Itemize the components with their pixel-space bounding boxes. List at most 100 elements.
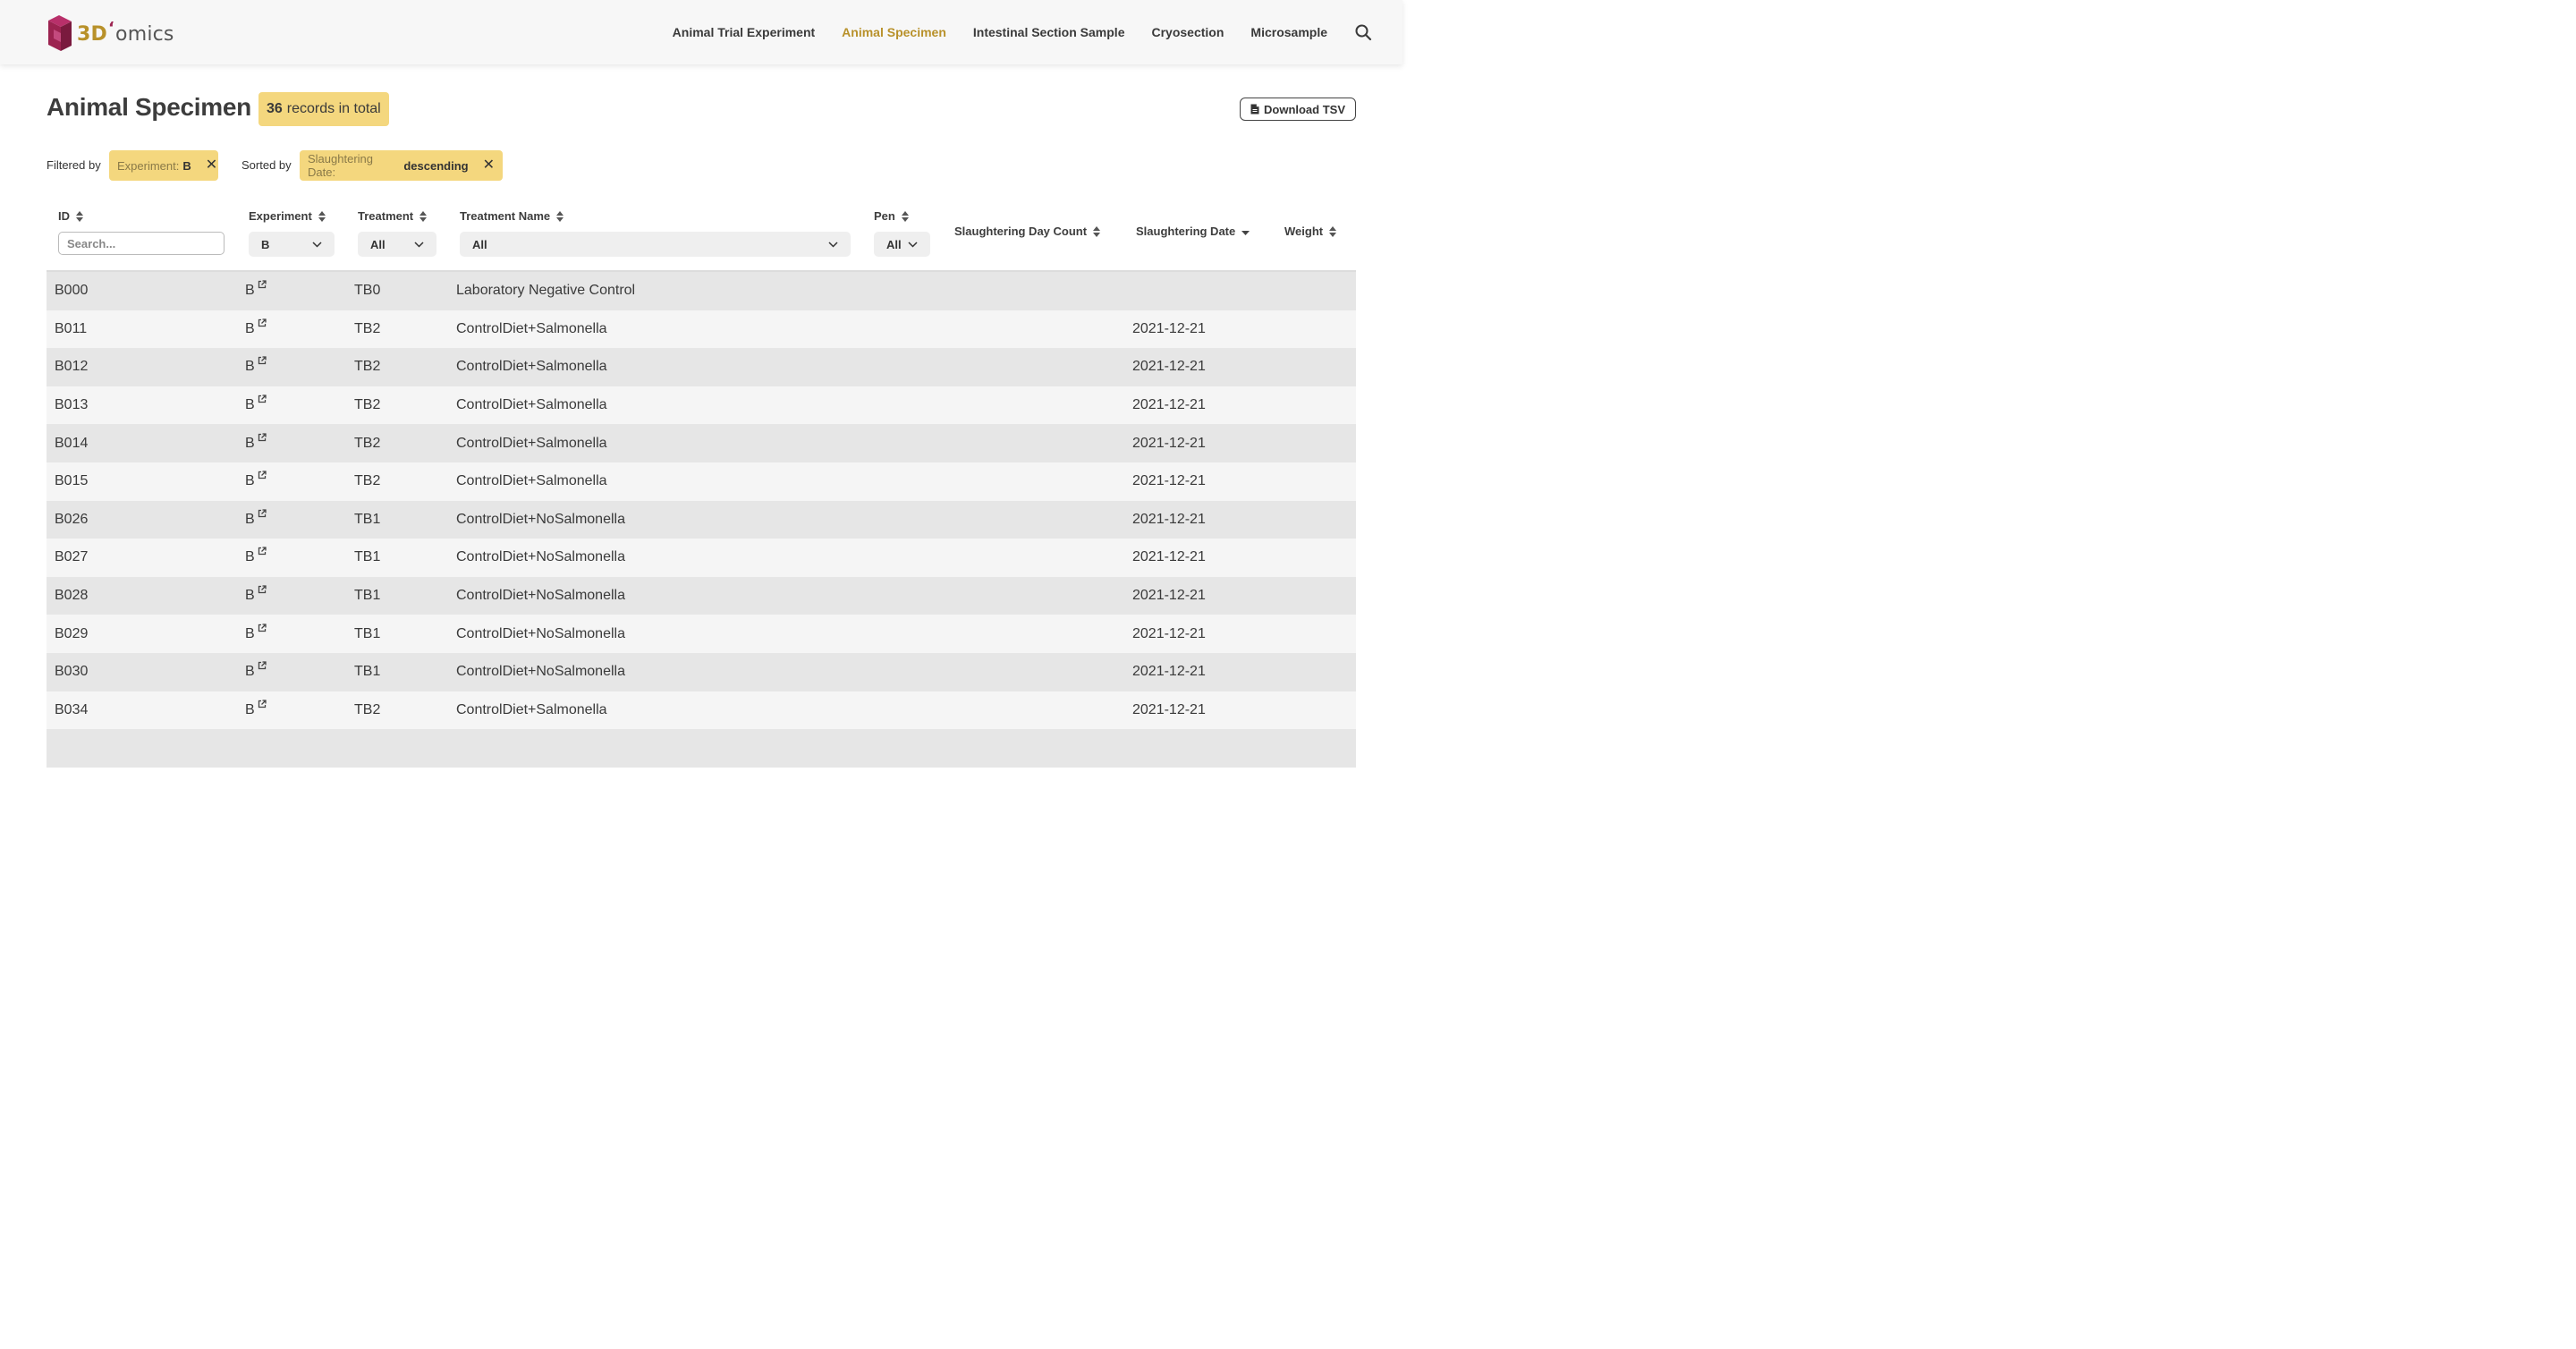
external-link-icon[interactable] (258, 468, 267, 484)
external-link-icon[interactable] (258, 506, 267, 522)
cell-treatment: TB2 (354, 701, 381, 717)
external-link-icon[interactable] (258, 697, 267, 713)
cell-slaughtering-date: 2021-12-21 (1132, 701, 1206, 717)
cell-id: B013 (55, 397, 89, 413)
nav-item-animal-trial-experiment[interactable]: Animal Trial Experiment (673, 25, 816, 39)
sort-icon[interactable] (556, 210, 564, 222)
column-header-treatment-name[interactable]: Treatment Name (460, 209, 564, 223)
logo-wordmark: 3Dʻomics (77, 19, 174, 46)
cell-experiment: B (245, 386, 267, 425)
nav-item-microsample[interactable]: Microsample (1250, 25, 1327, 39)
treatment-select[interactable]: All (358, 232, 436, 257)
cell-experiment-value: B (245, 588, 255, 604)
download-tsv-button[interactable]: Download TSV (1240, 98, 1356, 121)
cell-treatment: TB2 (354, 473, 381, 489)
sort-icon[interactable] (1329, 225, 1337, 237)
cell-experiment-value: B (245, 359, 255, 375)
table-row[interactable]: B030 B TB1 ControlDiet+NoSalmonella 2021-12-… (47, 652, 1356, 691)
cell-treatment-name: ControlDiet+NoSalmonella (456, 625, 625, 641)
column-header-pen[interactable]: Pen (874, 209, 909, 223)
cell-id: B034 (55, 701, 89, 717)
cell-treatment: TB1 (354, 664, 381, 680)
cell-treatment-name: ControlDiet+Salmonella (456, 397, 607, 413)
app-logo[interactable]: 3Dʻomics (47, 12, 174, 53)
cell-experiment: B (245, 310, 267, 349)
top-navbar: 3Dʻomics Animal Trial Experiment Animal … (0, 0, 1402, 64)
table-row[interactable] (47, 729, 1356, 768)
chevron-down-icon (312, 241, 322, 248)
sort-descending-icon[interactable] (1241, 226, 1250, 237)
column-header-weight-label: Weight (1284, 225, 1324, 238)
sorted-by-label: Sorted by (242, 158, 292, 172)
id-search-input[interactable] (58, 232, 225, 255)
cell-experiment-value: B (245, 283, 255, 299)
sort-icon[interactable] (419, 210, 428, 222)
nav-item-intestinal-section-sample[interactable]: Intestinal Section Sample (973, 25, 1125, 39)
table-row[interactable]: B029 B TB1 ControlDiet+NoSalmonella 2021-12-… (47, 615, 1356, 653)
column-header-pen-label: Pen (874, 209, 895, 223)
external-link-icon[interactable] (258, 658, 267, 674)
cell-experiment-value: B (245, 549, 255, 565)
table-row[interactable]: B027 B TB1 ControlDiet+NoSalmonella 2021-12-… (47, 539, 1356, 577)
chevron-down-icon (414, 241, 424, 248)
external-link-icon[interactable] (258, 430, 267, 446)
external-link-icon[interactable] (258, 316, 267, 332)
cell-slaughtering-date: 2021-12-21 (1132, 397, 1206, 413)
cell-id: B029 (55, 625, 89, 641)
cell-experiment-value: B (245, 511, 255, 527)
search-icon[interactable] (1354, 23, 1372, 41)
cell-id: B028 (55, 588, 89, 604)
cell-treatment: TB0 (354, 283, 381, 299)
cell-slaughtering-date: 2021-12-21 (1132, 511, 1206, 527)
sort-chip-value: descending (403, 158, 469, 173)
table-row[interactable]: B012 B TB2 ControlDiet+Salmonella 2021-12-21 (47, 348, 1356, 386)
remove-sort-icon[interactable]: ✕ (483, 158, 495, 173)
table-row[interactable]: B014 B TB2 ControlDiet+Salmonella 2021-12-21 (47, 424, 1356, 462)
table-row[interactable]: B000 B TB0 Laboratory Negative Control (47, 272, 1356, 310)
table-row[interactable]: B028 B TB1 ControlDiet+NoSalmonella 2021-12-… (47, 576, 1356, 615)
filter-chip-experiment: Experiment: B ✕ (109, 150, 218, 181)
column-header-id-label: ID (58, 209, 70, 223)
sort-chip-slaughtering-date: Slaughtering Date: descending ✕ (300, 150, 503, 181)
cell-treatment-name: ControlDiet+Salmonella (456, 473, 607, 489)
external-link-icon[interactable] (258, 277, 267, 293)
logo-cube-icon (48, 15, 72, 51)
column-header-treatment[interactable]: Treatment (358, 209, 428, 223)
nav-item-animal-specimen[interactable]: Animal Specimen (842, 25, 946, 39)
sort-icon[interactable] (318, 210, 326, 222)
column-header-id[interactable]: ID (58, 209, 83, 223)
external-link-icon[interactable] (258, 392, 267, 408)
experiment-select[interactable]: B (249, 232, 335, 257)
cell-treatment-name: ControlDiet+Salmonella (456, 701, 607, 717)
table-row[interactable]: B026 B TB1 ControlDiet+NoSalmonella 2021-12-… (47, 500, 1356, 539)
cell-experiment-value: B (245, 435, 255, 451)
cell-treatment-name: Laboratory Negative Control (456, 283, 636, 299)
table-row[interactable]: B015 B TB2 ControlDiet+Salmonella 2021-12-21 (47, 462, 1356, 501)
external-link-icon[interactable] (258, 353, 267, 369)
table-row[interactable]: B013 B TB2 ControlDiet+Salmonella 2021-12-21 (47, 386, 1356, 425)
table-row[interactable]: B011 B TB2 ControlDiet+Salmonella 2021-12-21 (47, 310, 1356, 349)
sort-icon[interactable] (76, 210, 83, 222)
chevron-down-icon (908, 241, 918, 248)
cell-experiment: B (245, 424, 267, 462)
column-header-slaughtering-day-count[interactable]: Slaughtering Day Count (954, 225, 1101, 238)
nav-item-cryosection[interactable]: Cryosection (1151, 25, 1224, 39)
cell-experiment: B (245, 348, 267, 386)
pen-select[interactable]: All (874, 232, 930, 257)
cell-experiment: B (245, 691, 267, 730)
records-count: 36 (267, 101, 283, 116)
treatment-name-select[interactable]: All (460, 232, 851, 257)
external-link-icon[interactable] (258, 621, 267, 637)
sort-icon[interactable] (901, 210, 909, 222)
table-row[interactable]: B034 B TB2 ControlDiet+Salmonella 2021-12-21 (47, 691, 1356, 730)
cell-treatment-name: ControlDiet+NoSalmonella (456, 549, 625, 565)
cell-experiment-value: B (245, 320, 255, 336)
remove-filter-icon[interactable]: ✕ (206, 158, 217, 173)
sort-icon[interactable] (1093, 225, 1101, 237)
column-header-experiment[interactable]: Experiment (249, 209, 326, 223)
external-link-icon[interactable] (258, 544, 267, 560)
column-header-slaughtering-date[interactable]: Slaughtering Date (1136, 225, 1250, 238)
external-link-icon[interactable] (258, 582, 267, 598)
column-header-weight[interactable]: Weight (1284, 225, 1337, 238)
table-body: B000 B TB0 Laboratory Negative Control B011 B… (47, 272, 1356, 768)
